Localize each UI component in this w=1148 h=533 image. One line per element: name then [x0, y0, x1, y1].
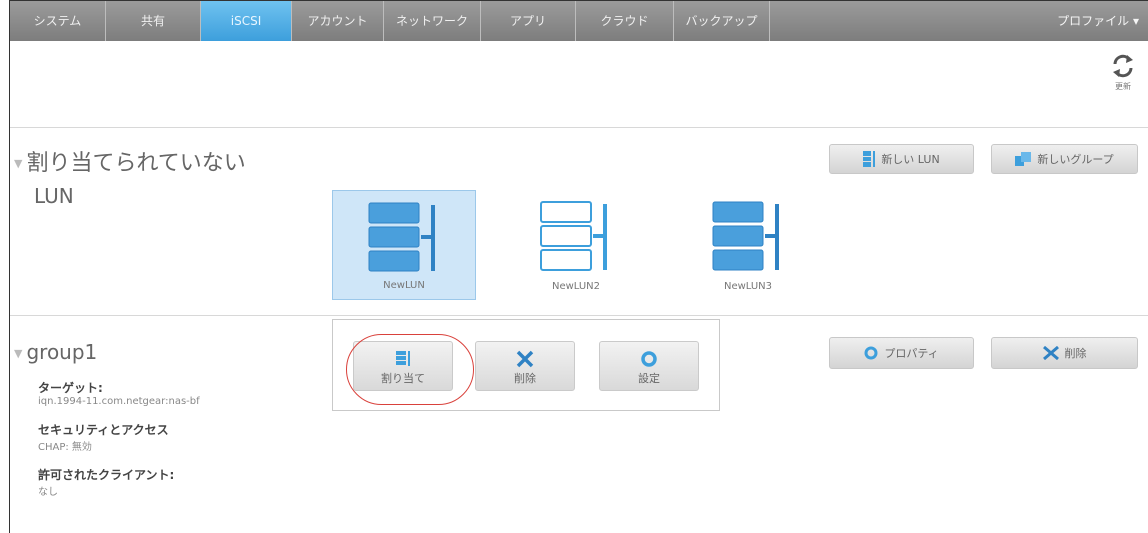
lun-name: NewLUN [383, 280, 425, 291]
lun-name: NewLUN3 [723, 281, 773, 292]
lun-tile[interactable]: NewLUN2 [504, 190, 648, 300]
collapse-triangle-icon[interactable]: ▼ [14, 157, 22, 170]
settings-icon [641, 351, 657, 367]
refresh-label: 更新 [1115, 82, 1131, 91]
highlight-ring [346, 334, 474, 405]
refresh-button[interactable]: 更新 [1108, 53, 1138, 97]
lun-tile[interactable]: NewLUN [332, 190, 476, 300]
settings-button[interactable]: 設定 [599, 341, 699, 391]
new-lun-label: 新しい LUN [881, 153, 940, 166]
target-value: iqn.1994-11.com.netgear:nas-bf [38, 396, 200, 407]
security-info: セキュリティとアクセス CHAP: 無効 [38, 421, 169, 453]
clients-value: なし [38, 487, 58, 498]
delete-button[interactable]: 削除 [475, 341, 575, 391]
divider [10, 315, 1148, 316]
group-properties-button[interactable]: プロパティ [829, 337, 974, 369]
tab-system[interactable]: システム [10, 1, 106, 41]
lun-filled-icon [368, 202, 435, 272]
tab-iscsi[interactable]: iSCSI [201, 1, 292, 41]
tab-apps[interactable]: アプリ [481, 1, 576, 41]
refresh-icon [1113, 54, 1133, 78]
tab-cloud[interactable]: クラウド [576, 1, 674, 41]
profile-menu[interactable]: プロファイル ▾ [1057, 1, 1139, 41]
delete-label: 削除 [514, 372, 536, 385]
settings-label: 設定 [638, 372, 660, 385]
security-value: CHAP: 無効 [38, 442, 92, 453]
delete-label: 削除 [1064, 347, 1087, 360]
group-icon [1015, 152, 1032, 166]
delete-x-icon [1042, 346, 1059, 360]
divider [10, 127, 1148, 128]
lun-name: NewLUN2 [551, 281, 601, 292]
tab-backup[interactable]: バックアップ [674, 1, 770, 41]
group-heading: ▼ group1 [14, 340, 98, 364]
lun-filled-icon [712, 201, 779, 271]
target-label: ターゲット: [38, 381, 103, 395]
tab-shares[interactable]: 共有 [106, 1, 201, 41]
security-label: セキュリティとアクセス [38, 423, 169, 437]
main-nav: システム 共有 iSCSI アカウント ネットワーク アプリ クラウド バックア… [10, 1, 1148, 41]
properties-label: プロパティ [884, 347, 939, 360]
unassigned-lun-heading: ▼ 割り当てられていない [14, 151, 246, 176]
group-delete-button[interactable]: 削除 [991, 337, 1138, 369]
clients-info: 許可されたクライアント: なし [38, 466, 174, 498]
delete-x-icon [516, 350, 534, 368]
app-frame: システム 共有 iSCSI アカウント ネットワーク アプリ クラウド バックア… [9, 0, 1148, 533]
unassigned-lun-heading-2: LUN [34, 184, 74, 208]
target-info: ターゲット: iqn.1994-11.com.netgear:nas-bf [38, 379, 200, 407]
lun-tile[interactable]: NewLUN3 [676, 190, 820, 300]
properties-icon [864, 346, 878, 360]
lun-outline-icon [540, 201, 607, 271]
collapse-triangle-icon[interactable]: ▼ [14, 347, 22, 360]
new-group-button[interactable]: 新しいグループ [991, 144, 1138, 174]
lun-icon [863, 151, 876, 167]
tab-accounts[interactable]: アカウント [292, 1, 384, 41]
new-lun-button[interactable]: 新しい LUN [829, 144, 974, 174]
new-group-label: 新しいグループ [1037, 153, 1114, 166]
tab-network[interactable]: ネットワーク [384, 1, 481, 41]
clients-label: 許可されたクライアント: [38, 468, 175, 482]
